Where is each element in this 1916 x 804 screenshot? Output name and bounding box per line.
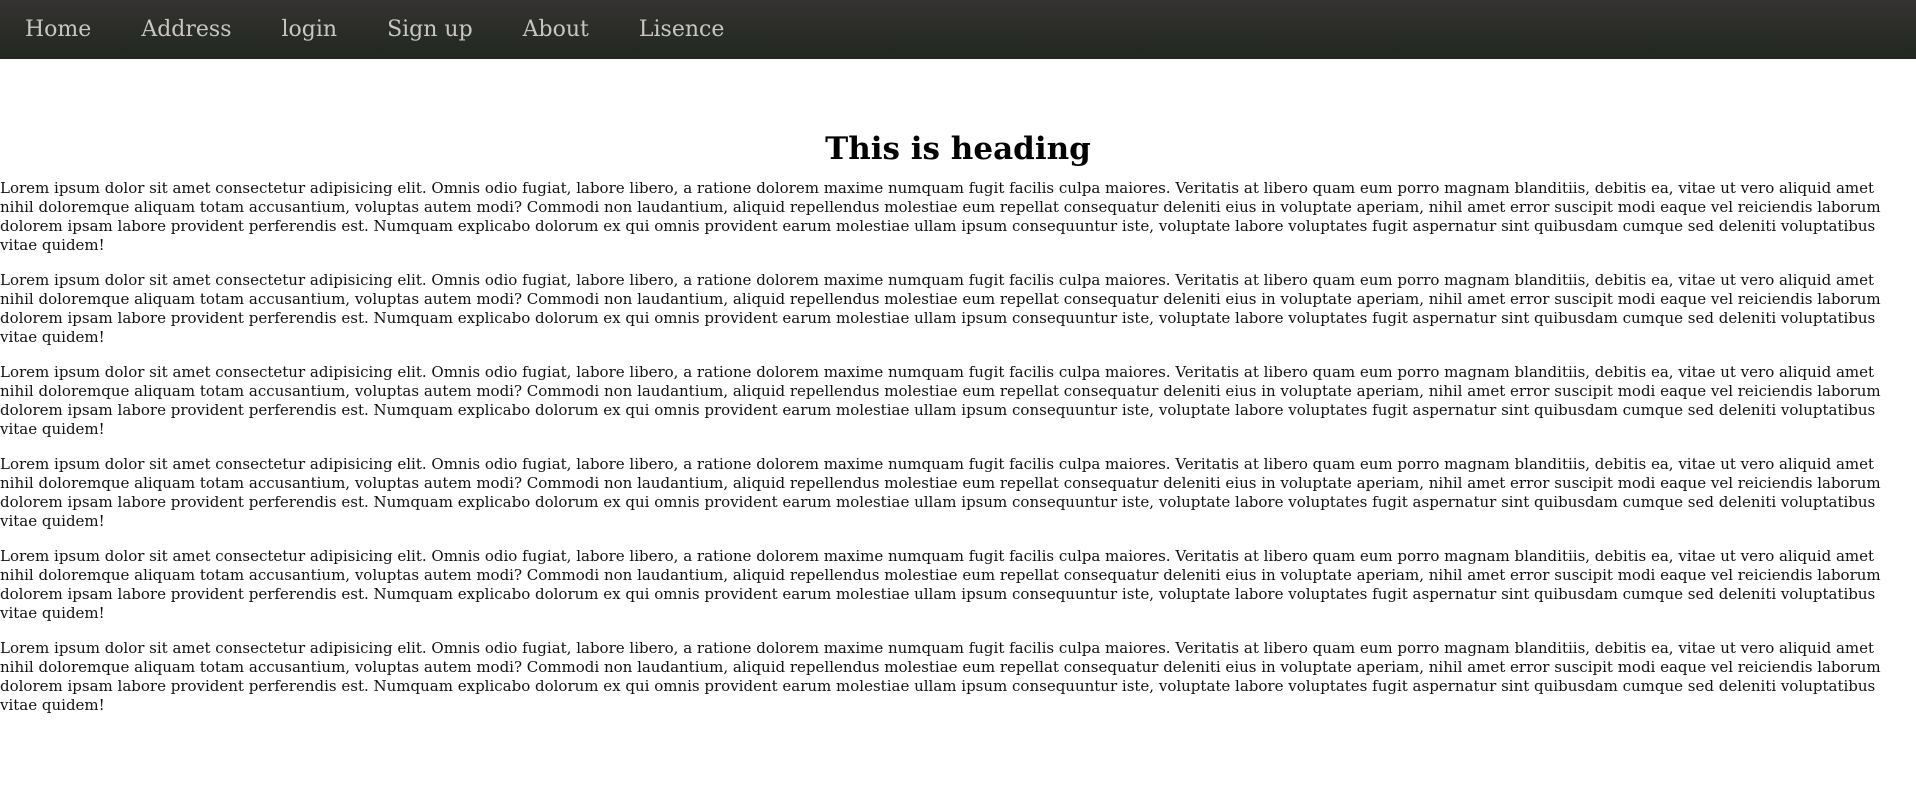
nav-link-sign-up[interactable]: Sign up [387,18,473,41]
paragraph: Lorem ipsum dolor sit amet consectetur a… [0,639,1881,714]
paragraph: Lorem ipsum dolor sit amet consectetur a… [0,455,1881,530]
nav-link-home[interactable]: Home [25,18,91,41]
main-content: This is heading Lorem ipsum dolor sit am… [0,59,1916,715]
top-navbar: Home Address login Sign up About Lisence [0,0,1916,59]
paragraph: Lorem ipsum dolor sit amet consectetur a… [0,179,1881,254]
nav-link-address[interactable]: Address [141,18,231,41]
nav-link-lisence[interactable]: Lisence [639,18,724,41]
nav-link-login[interactable]: login [281,18,337,41]
paragraph: Lorem ipsum dolor sit amet consectetur a… [0,271,1881,346]
paragraph-list: Lorem ipsum dolor sit amet consectetur a… [0,179,1916,715]
page-heading: This is heading [825,131,1091,167]
nav-link-about[interactable]: About [523,18,589,41]
paragraph: Lorem ipsum dolor sit amet consectetur a… [0,547,1881,622]
paragraph: Lorem ipsum dolor sit amet consectetur a… [0,363,1881,438]
